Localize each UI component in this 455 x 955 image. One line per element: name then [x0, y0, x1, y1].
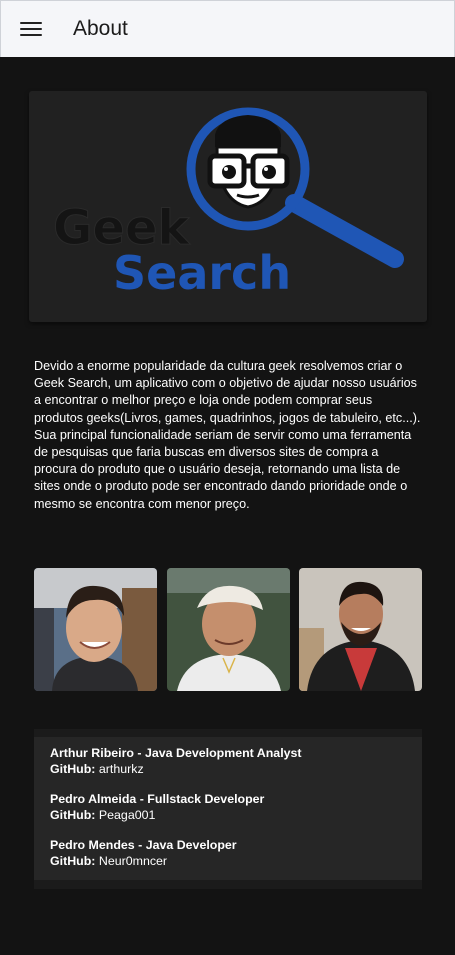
team-photo-arthur: [34, 568, 157, 691]
team-member: Pedro Almeida - Fullstack Developer GitH…: [50, 791, 406, 823]
hamburger-menu-icon[interactable]: [20, 20, 42, 38]
logo-text-search: Search: [113, 246, 291, 300]
page-title: About: [73, 17, 128, 40]
member-github: GitHub: arthurkz: [50, 761, 406, 777]
team-photo-pedro-almeida: [167, 568, 290, 691]
description-paragraph: Devido a enorme popularidade da cultura …: [34, 359, 421, 425]
description-paragraph: Sua principal funcionalidade seriam de s…: [34, 427, 412, 511]
app-bar: About: [0, 0, 455, 57]
team-photo-pedro-mendes: [299, 568, 422, 691]
github-username: Neur0mncer: [98, 854, 168, 868]
member-name: Pedro Mendes - Java Developer: [50, 838, 237, 852]
member-name: Pedro Almeida - Fullstack Developer: [50, 792, 265, 806]
github-label: GitHub:: [50, 762, 96, 776]
github-label: GitHub:: [50, 854, 96, 868]
team-member: Pedro Mendes - Java Developer GitHub: Ne…: [50, 837, 406, 869]
member-github: GitHub: Neur0mncer: [50, 853, 406, 869]
team-card: Arthur Ribeiro - Java Development Analys…: [34, 729, 422, 889]
github-label: GitHub:: [50, 808, 96, 822]
github-username: arthurkz: [98, 762, 144, 776]
team-list: Arthur Ribeiro - Java Development Analys…: [34, 737, 422, 880]
member-github: GitHub: Peaga001: [50, 807, 406, 823]
member-name: Arthur Ribeiro - Java Development Analys…: [50, 746, 302, 760]
geek-search-logo: Geek Search: [29, 91, 427, 322]
team-member: Arthur Ribeiro - Java Development Analys…: [50, 745, 406, 777]
about-description: Devido a enorme popularidade da cultura …: [34, 358, 424, 513]
team-photos: [34, 568, 422, 691]
github-username: Peaga001: [98, 808, 156, 822]
